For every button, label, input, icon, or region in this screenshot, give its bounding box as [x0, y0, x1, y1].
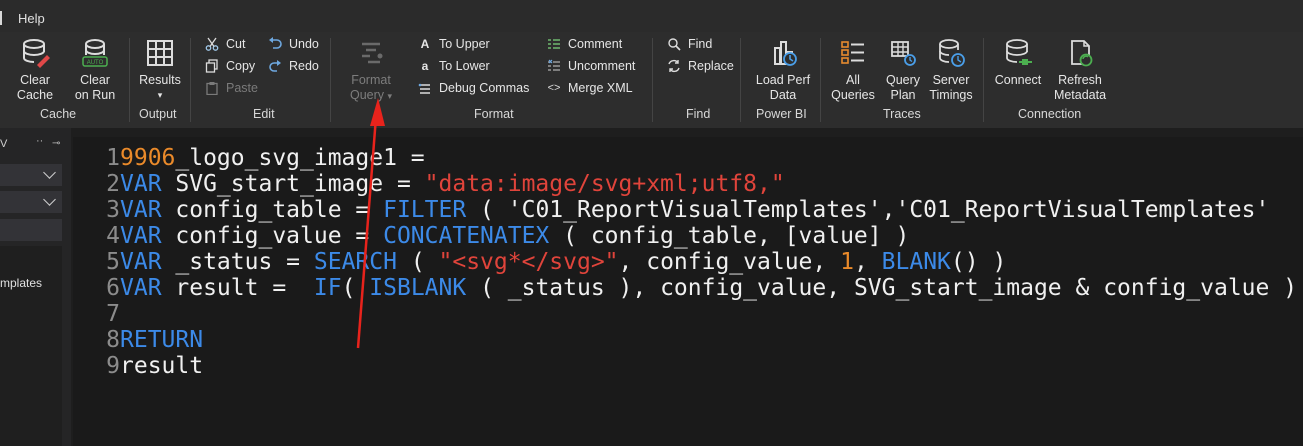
annotation-arrow — [356, 98, 385, 349]
